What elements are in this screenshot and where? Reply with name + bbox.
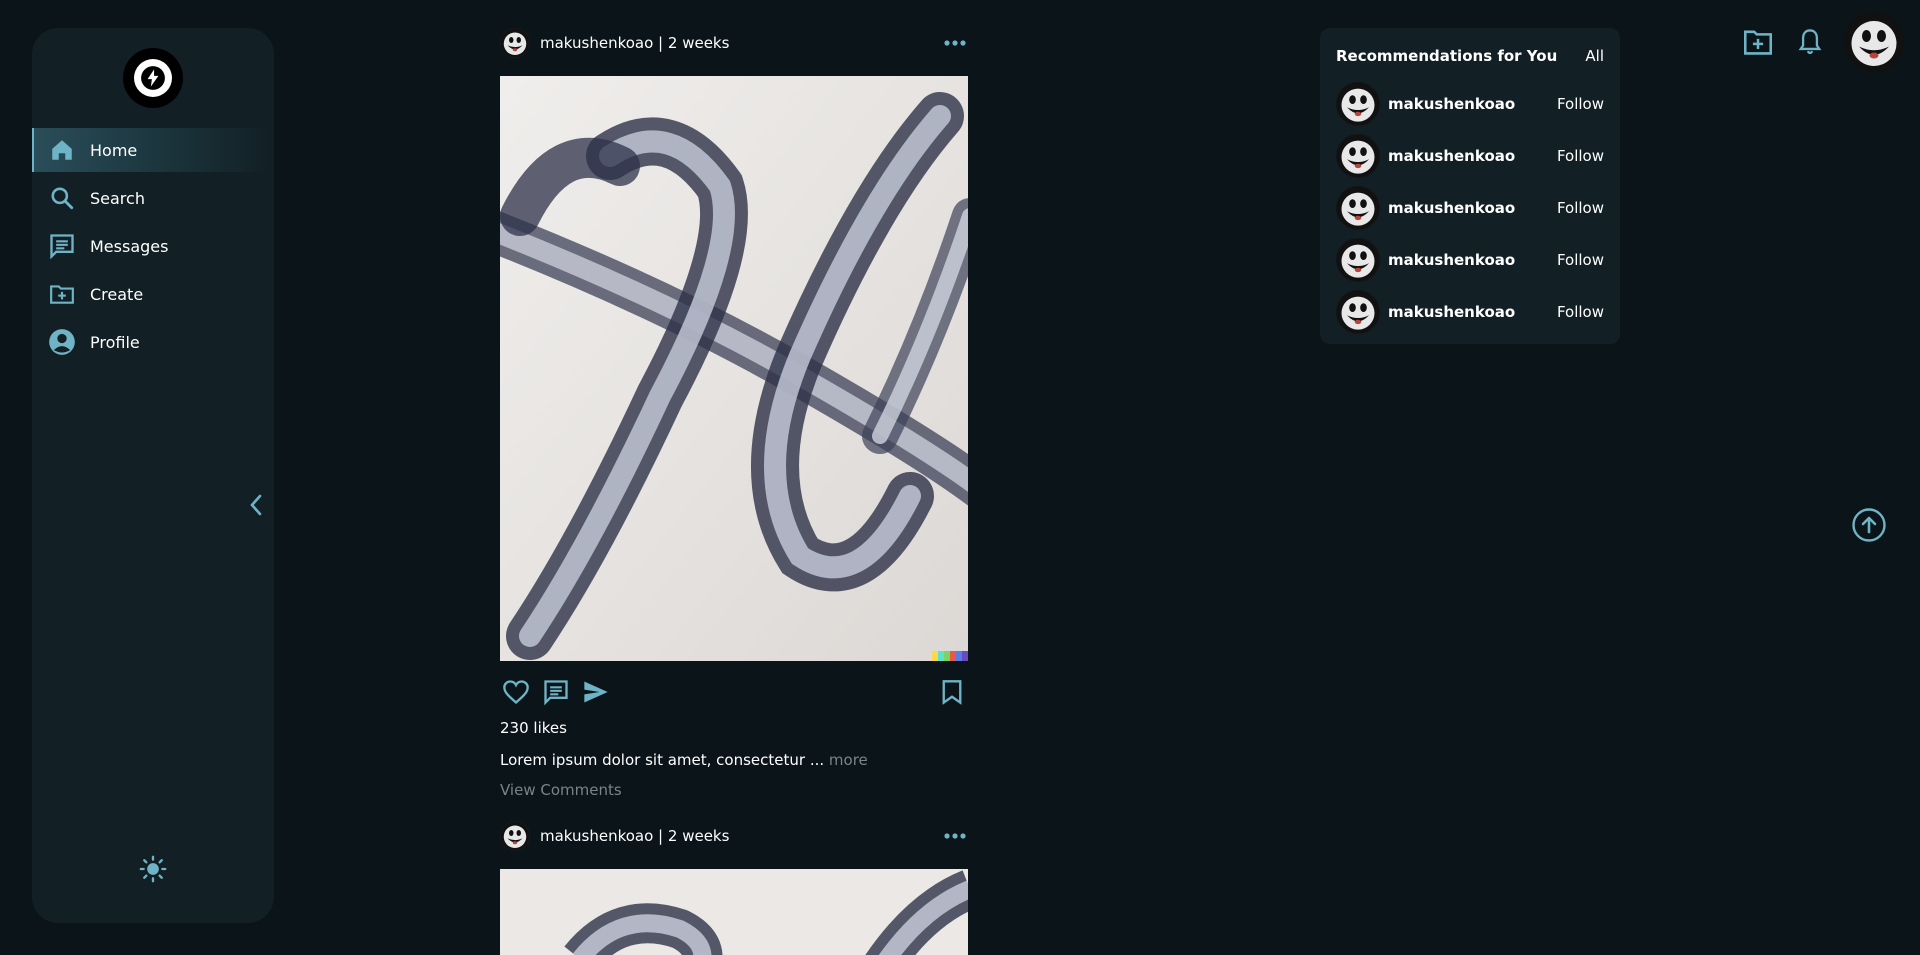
bookmark-button[interactable]	[936, 676, 968, 708]
sidebar-item-label: Profile	[90, 332, 140, 352]
follow-button[interactable]: Follow	[1557, 251, 1604, 269]
recommendations-title: Recommendations for You	[1336, 47, 1558, 65]
recommendations-all-link[interactable]: All	[1585, 47, 1604, 65]
post-header: makushenkoao | 2 weeks	[500, 22, 968, 64]
more-dots-icon	[944, 833, 966, 839]
feed-post: makushenkoao | 2 weeks	[500, 22, 968, 803]
sidebar-item-label: Messages	[90, 236, 169, 256]
caption-more-link[interactable]: more	[829, 751, 868, 769]
post-header: makushenkoao | 2 weeks	[500, 815, 968, 857]
follow-button[interactable]: Follow	[1557, 95, 1604, 113]
follow-button[interactable]: Follow	[1557, 147, 1604, 165]
post-more-button[interactable]	[942, 823, 968, 849]
collapse-sidebar-button[interactable]	[244, 490, 268, 520]
search-icon	[48, 184, 76, 212]
bookmark-icon	[942, 680, 962, 705]
recommendation-item: makushenkoao Follow	[1336, 78, 1604, 130]
avatar[interactable]	[500, 821, 530, 851]
recommendation-username[interactable]: makushenkoao	[1388, 147, 1515, 165]
sidebar-item-create[interactable]: Create	[32, 272, 274, 316]
recommendation-username[interactable]: makushenkoao	[1388, 95, 1515, 113]
home-icon	[48, 136, 76, 164]
recommendation-username[interactable]: makushenkoao	[1388, 199, 1515, 217]
caption-text: Lorem ipsum dolor sit amet, consectetur …	[500, 751, 825, 769]
user-avatar-button[interactable]	[1844, 12, 1904, 72]
sidebar-item-home[interactable]: Home	[32, 128, 274, 172]
more-dots-icon	[944, 40, 966, 46]
scroll-to-top-button[interactable]	[1851, 507, 1887, 543]
sun-icon	[139, 855, 167, 883]
like-button[interactable]	[500, 676, 532, 708]
view-comments-link[interactable]: View Comments	[500, 781, 968, 803]
recommendations-header: Recommendations for You All	[1336, 44, 1604, 68]
chevron-left-icon	[250, 494, 262, 516]
follow-button[interactable]: Follow	[1557, 199, 1604, 217]
sidebar-item-label: Home	[90, 140, 138, 160]
post-more-button[interactable]	[942, 30, 968, 56]
share-button[interactable]	[580, 676, 612, 708]
post-caption: Lorem ipsum dolor sit amet, consectetur …	[500, 751, 968, 773]
notifications-button[interactable]	[1792, 24, 1828, 60]
feed-post: makushenkoao | 2 weeks	[500, 815, 968, 955]
create-folder-icon	[48, 280, 76, 308]
arrow-up-circle-icon	[1852, 508, 1886, 542]
sidebar-nav: Home Search Messages Create Profile	[32, 128, 274, 368]
sidebar-item-profile[interactable]: Profile	[32, 320, 274, 364]
heart-icon	[503, 680, 529, 705]
post-image[interactable]	[500, 76, 968, 661]
avatar[interactable]	[1336, 238, 1380, 282]
create-post-button[interactable]	[1740, 24, 1776, 60]
bell-icon	[1798, 29, 1822, 55]
avatar[interactable]	[1336, 186, 1380, 230]
sidebar-item-search[interactable]: Search	[32, 176, 274, 220]
avatar[interactable]	[1336, 290, 1380, 334]
send-icon	[584, 681, 608, 703]
comment-icon	[544, 680, 568, 706]
avatar[interactable]	[500, 28, 530, 58]
likes-count: 230 likes	[500, 719, 567, 737]
recommendation-item: makushenkoao Follow	[1336, 286, 1604, 338]
post-author[interactable]: makushenkoao | 2 weeks	[540, 34, 729, 52]
sidebar: Home Search Messages Create Profile	[32, 28, 274, 923]
recommendation-item: makushenkoao Follow	[1336, 182, 1604, 234]
lightning-icon	[134, 59, 172, 97]
post-image[interactable]	[500, 869, 968, 955]
post-author[interactable]: makushenkoao | 2 weeks	[540, 827, 729, 845]
messages-icon	[48, 232, 76, 260]
avatar[interactable]	[1336, 134, 1380, 178]
post-actions	[500, 667, 968, 717]
sidebar-item-label: Create	[90, 284, 144, 304]
follow-button[interactable]: Follow	[1557, 303, 1604, 321]
sidebar-item-label: Search	[90, 188, 145, 208]
profile-icon	[48, 328, 76, 356]
sidebar-item-messages[interactable]: Messages	[32, 224, 274, 268]
recommendation-username[interactable]: makushenkoao	[1388, 303, 1515, 321]
recommendation-item: makushenkoao Follow	[1336, 130, 1604, 182]
create-folder-icon	[1744, 30, 1772, 55]
avatar[interactable]	[1336, 82, 1380, 126]
avatar	[1844, 12, 1904, 72]
app-logo[interactable]	[123, 48, 183, 108]
comment-button[interactable]	[540, 676, 572, 708]
recommendation-username[interactable]: makushenkoao	[1388, 251, 1515, 269]
theme-toggle-button[interactable]	[138, 854, 168, 884]
recommendation-item: makushenkoao Follow	[1336, 234, 1604, 286]
recommendations-panel: Recommendations for You All makushenkoao…	[1320, 28, 1620, 344]
